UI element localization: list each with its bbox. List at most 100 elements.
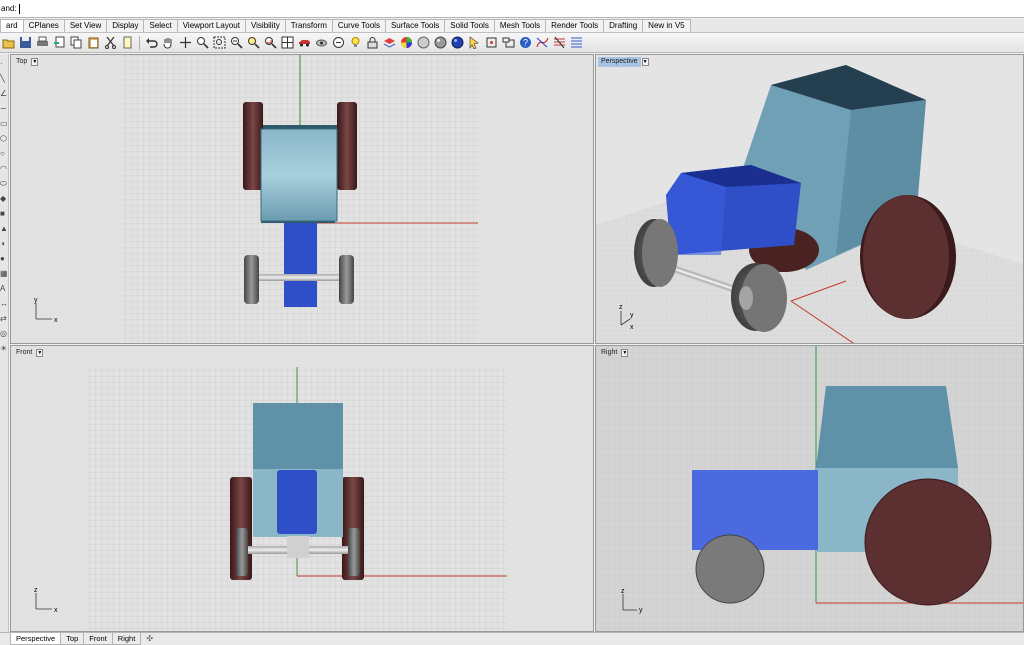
viewport-title[interactable]: Perspective	[598, 57, 641, 67]
zoom-extents-icon[interactable]	[228, 34, 245, 51]
tab-curve-tools[interactable]: Curve Tools	[331, 19, 386, 32]
hatch-icon[interactable]	[568, 34, 585, 51]
viewport-front[interactable]: z x Front ▼	[10, 345, 594, 632]
cursor-icon[interactable]	[466, 34, 483, 51]
axis-label-y: y	[630, 312, 634, 319]
viewport-header: Top ▼	[13, 57, 39, 67]
copy-icon[interactable]	[68, 34, 85, 51]
polygon-icon[interactable]: ⬡	[0, 133, 8, 144]
curve-tools-icon[interactable]	[534, 34, 551, 51]
tab-cplanes[interactable]: CPlanes	[22, 19, 65, 32]
zoom-out-icon[interactable]	[330, 34, 347, 51]
tab-drafting[interactable]: Drafting	[603, 19, 644, 32]
axis-label-y: y	[639, 607, 643, 614]
tab-solid-tools[interactable]: Solid Tools	[444, 19, 495, 32]
car-icon[interactable]	[296, 34, 313, 51]
tab-standard[interactable]: ard	[0, 19, 24, 32]
render-icon[interactable]: ☀	[0, 343, 8, 354]
extrude-icon[interactable]: ▲	[0, 223, 8, 234]
viewport-right[interactable]: z y Right ▼	[595, 345, 1024, 632]
zoom-selected-icon[interactable]	[245, 34, 262, 51]
layer-icon[interactable]	[381, 34, 398, 51]
sphere-blue-icon[interactable]	[449, 34, 466, 51]
zoom-icon[interactable]	[194, 34, 211, 51]
tab-display[interactable]: Display	[106, 19, 145, 32]
pan-hand-icon[interactable]	[160, 34, 177, 51]
hood-side	[692, 470, 818, 550]
tab-visibility[interactable]: Visibility	[244, 19, 286, 32]
axis-label-z: z	[619, 304, 623, 311]
viewport-perspective[interactable]: z y x Perspective ▼	[595, 54, 1024, 344]
viewport-title[interactable]: Front	[13, 348, 35, 358]
viewport-top[interactable]: y x Top ▼	[10, 54, 594, 344]
dimension-icon[interactable]	[551, 34, 568, 51]
front-wheel	[695, 534, 765, 604]
chevron-down-icon[interactable]: ▼	[621, 349, 629, 357]
light-bulb-icon[interactable]	[347, 34, 364, 51]
viewport-title[interactable]: Right	[598, 348, 620, 358]
tab-front[interactable]: Front	[83, 633, 113, 645]
circle-icon[interactable]: ○	[0, 148, 8, 159]
tab-mesh-tools[interactable]: Mesh Tools	[493, 19, 547, 32]
import-icon[interactable]	[51, 34, 68, 51]
move-icon[interactable]	[177, 34, 194, 51]
curve-icon[interactable]: ∽	[0, 103, 8, 114]
mesh-icon[interactable]: ▦	[0, 268, 8, 279]
polyline-icon[interactable]: ∠	[0, 88, 8, 99]
hood-front	[277, 470, 317, 534]
zoom-window-icon[interactable]	[211, 34, 228, 51]
solid-icon[interactable]: ■	[0, 208, 8, 219]
tab-surface-tools[interactable]: Surface Tools	[384, 19, 446, 32]
rectangle-icon[interactable]: ▭	[0, 118, 8, 129]
toolbar-separator	[139, 35, 140, 50]
dim-icon[interactable]: ↔	[0, 298, 8, 309]
surface-icon[interactable]: ◆	[0, 193, 8, 204]
sphere-icon[interactable]: ●	[0, 253, 8, 264]
save-icon[interactable]	[17, 34, 34, 51]
help-icon[interactable]: ?	[517, 34, 534, 51]
tab-new-in-v5[interactable]: New in V5	[642, 19, 691, 32]
camera-icon[interactable]	[313, 34, 330, 51]
ellipse-icon[interactable]: ⬭	[0, 178, 8, 189]
rotate-view-icon[interactable]	[262, 34, 279, 51]
color-wheel-icon[interactable]	[398, 34, 415, 51]
grid-snap-icon[interactable]	[483, 34, 500, 51]
document-icon[interactable]	[119, 34, 136, 51]
line-icon[interactable]: ╲	[0, 73, 8, 84]
arc-icon[interactable]: ◠	[0, 163, 8, 174]
axle-hub	[287, 536, 309, 558]
transform-icon[interactable]: ⇄	[0, 313, 8, 324]
tab-right[interactable]: Right	[111, 633, 142, 645]
chevron-down-icon[interactable]: ▼	[31, 58, 39, 66]
left-toolbar: · ╲ ∠ ∽ ▭ ⬡ ○ ◠ ⬭ ◆ ■ ▲ ◑ ● ▦ A ↔ ⇄ ◎ ☀	[0, 54, 9, 634]
open-icon[interactable]	[0, 34, 17, 51]
undo-icon[interactable]	[143, 34, 160, 51]
command-line[interactable]: and:	[0, 0, 1024, 18]
properties-icon[interactable]	[500, 34, 517, 51]
sphere-rendered-icon[interactable]	[432, 34, 449, 51]
cut-icon[interactable]	[102, 34, 119, 51]
rear-wheel-right	[337, 102, 357, 190]
sphere-shaded-icon[interactable]	[415, 34, 432, 51]
chevron-down-icon[interactable]: ▼	[641, 58, 649, 66]
tab-viewport-layout[interactable]: Viewport Layout	[176, 19, 246, 32]
text-caret	[18, 3, 20, 14]
tab-set-view[interactable]: Set View	[63, 19, 108, 32]
point-icon[interactable]: ·	[0, 58, 8, 69]
print-icon[interactable]	[34, 34, 51, 51]
layout-grid-icon[interactable]	[279, 34, 296, 51]
chevron-down-icon[interactable]: ▼	[36, 349, 44, 357]
axis-label-z: z	[34, 587, 38, 594]
lock-icon[interactable]	[364, 34, 381, 51]
tab-transform[interactable]: Transform	[284, 19, 333, 32]
tab-top[interactable]: Top	[60, 633, 85, 645]
boolean-icon[interactable]: ◑	[0, 238, 8, 249]
paste-icon[interactable]	[85, 34, 102, 51]
viewport-title[interactable]: Top	[13, 57, 30, 67]
add-viewport-icon[interactable]: ✣	[140, 633, 159, 645]
tab-select[interactable]: Select	[143, 19, 178, 32]
tab-render-tools[interactable]: Render Tools	[545, 19, 605, 32]
analyze-icon[interactable]: ◎	[0, 328, 8, 339]
tab-perspective[interactable]: Perspective	[10, 633, 62, 645]
text-icon[interactable]: A	[0, 283, 8, 294]
